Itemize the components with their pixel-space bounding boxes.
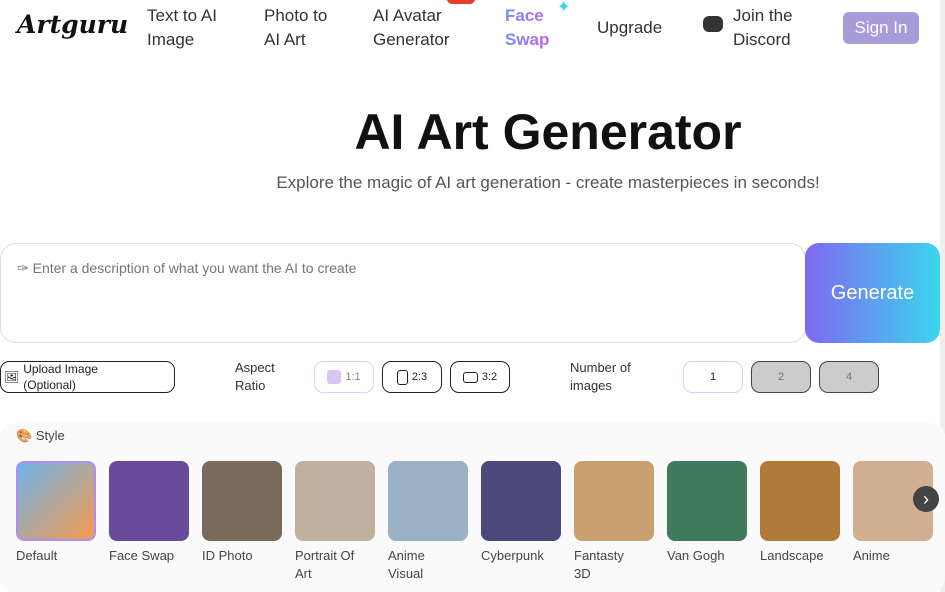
style-thumbnail [481, 461, 561, 541]
label: 1:1 [345, 371, 361, 383]
discord-icon [703, 16, 723, 32]
style-thumbnail [295, 461, 375, 541]
sparkle-icon: ✦ [557, 0, 571, 16]
style-card[interactable]: Portrait Of Art [295, 461, 375, 583]
upload-image-button[interactable]: 🖼 Upload Image (Optional) [0, 361, 175, 393]
ratio-3-2[interactable]: 3:2 [450, 361, 510, 393]
style-card[interactable]: Anime Visual [388, 461, 468, 583]
style-card[interactable]: ID Photo [202, 461, 282, 565]
palette-icon: 🎨 [16, 428, 33, 443]
label: (Optional) [23, 378, 76, 392]
landscape-icon [462, 371, 478, 383]
count-4[interactable]: 4 [819, 361, 879, 393]
style-card[interactable]: Fantasty 3D [574, 461, 654, 583]
number-of-images-label: Number of images [570, 360, 631, 393]
count-2[interactable]: 2 [751, 361, 811, 393]
style-card[interactable]: Anime [853, 461, 933, 565]
label: Swap [505, 30, 550, 49]
style-name: Portrait Of Art [295, 548, 355, 581]
ratio-1-1[interactable]: 1:1 [314, 361, 374, 393]
style-card[interactable]: Landscape [760, 461, 840, 565]
label: Upload Image [23, 362, 98, 376]
label: 2:3 [411, 371, 428, 383]
top-nav: Artguru Text to AI Image Photo to AI Art A… [0, 0, 945, 60]
style-thumbnail [202, 461, 282, 541]
nav-text-to-image[interactable]: Text to AI Image [147, 4, 217, 52]
label: 3:2 [481, 371, 498, 383]
label: AI Art [264, 30, 306, 49]
page-title: AI Art Generator [354, 104, 742, 160]
style-thumbnail [667, 461, 747, 541]
style-thumbnail [760, 461, 840, 541]
aspect-ratio-label: Aspect Ratio [235, 360, 275, 393]
portrait-icon [396, 369, 408, 385]
label: Face [505, 6, 544, 25]
style-thumbnail [16, 461, 96, 541]
style-name: Default [16, 548, 58, 563]
style-label: 🎨 Style [16, 428, 65, 443]
style-card[interactable]: Cyberpunk [481, 461, 561, 565]
new-badge [447, 0, 475, 4]
style-name: Anime [853, 548, 890, 563]
label: Image [147, 30, 195, 49]
generate-button[interactable]: Generate [805, 243, 940, 343]
nav-discord[interactable]: Join the Discord [733, 4, 793, 52]
label: Photo to [264, 6, 328, 25]
label: AI Avatar [373, 6, 442, 25]
sign-in-button[interactable]: Sign In [843, 12, 919, 44]
image-icon: 🖼 [4, 370, 20, 384]
logo[interactable]: Artguru [17, 10, 128, 39]
style-name: Cyberpunk [481, 548, 544, 563]
prompt-input[interactable] [0, 243, 806, 343]
label: Discord [733, 30, 791, 49]
style-card[interactable]: Default [16, 461, 96, 565]
label: Join the [733, 6, 793, 25]
nav-photo-to-art[interactable]: Photo to AI Art [264, 4, 327, 52]
label: Text to AI [147, 6, 217, 25]
next-arrow-icon[interactable]: › [913, 486, 939, 512]
style-name: ID Photo [202, 548, 253, 563]
style-name: Landscape [760, 548, 824, 563]
style-thumbnail [388, 461, 468, 541]
style-thumbnail [574, 461, 654, 541]
style-card[interactable]: Van Gogh [667, 461, 747, 565]
nav-face-swap[interactable]: Face Swap [505, 4, 549, 52]
label: Generator [373, 30, 450, 49]
count-1[interactable]: 1 [683, 361, 743, 393]
square-icon [327, 370, 342, 384]
style-name: Fantasty 3D [574, 548, 624, 581]
ratio-2-3[interactable]: 2:3 [382, 361, 442, 393]
style-card[interactable]: Face Swap [109, 461, 189, 565]
style-name: Van Gogh [667, 548, 725, 563]
nav-upgrade[interactable]: Upgrade [597, 16, 662, 40]
nav-ai-avatar[interactable]: AI Avatar Generator [373, 4, 450, 52]
style-name: Anime Visual [388, 548, 425, 581]
page-subtitle: Explore the magic of AI art generation -… [276, 173, 820, 192]
style-name: Face Swap [109, 548, 175, 563]
style-thumbnail [109, 461, 189, 541]
